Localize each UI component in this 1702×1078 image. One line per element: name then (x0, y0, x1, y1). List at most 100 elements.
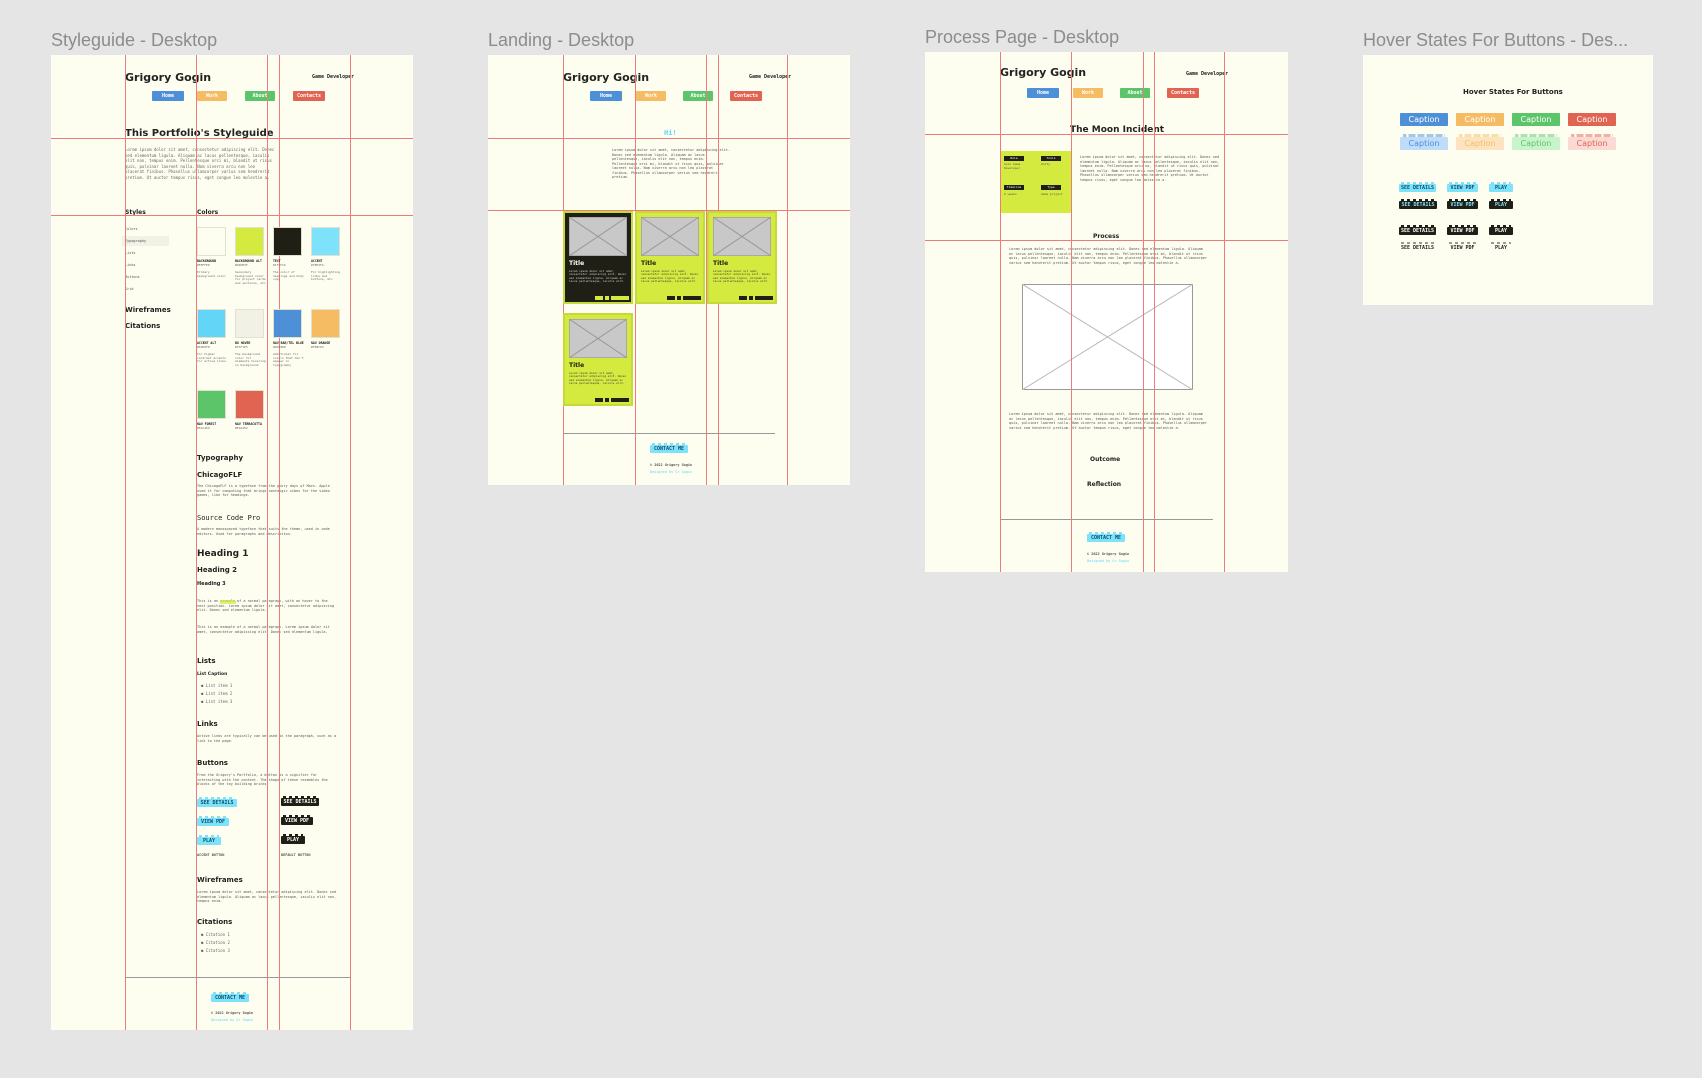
caption-red-hover[interactable]: Caption (1568, 134, 1616, 150)
card-mini-button[interactable] (595, 398, 603, 402)
swatch-hex: #E16452 (235, 426, 248, 430)
accent-see-details-button[interactable]: SEE DETAILS (197, 797, 237, 807)
swatch-desc: Additional for colors that don't appear … (273, 352, 304, 367)
card-mini-button[interactable] (611, 296, 629, 300)
landing-footer-link[interactable]: Designed by Gr Gogin (650, 470, 692, 475)
card-mini-button[interactable] (667, 296, 675, 300)
landing-board[interactable]: Grigory Gogin Game Developer Home Work A… (488, 55, 850, 485)
accent-view-pdf-button[interactable]: VIEW PDF (197, 816, 229, 826)
nav-about-button[interactable]: About (245, 88, 275, 101)
nav-contacts-button[interactable]: Contacts (293, 88, 325, 101)
styleguide-board[interactable]: Grigory Gogin Game Developer Home Work A… (51, 55, 413, 1030)
footer-link[interactable]: Designed by Gr Gogin (211, 1018, 253, 1023)
swatch-hex: #5CC469 (197, 426, 210, 430)
swatch-desc: The background color for elements hoveri… (235, 352, 266, 367)
hover-default-see-details-active[interactable]: SEE DETAILS (1399, 242, 1436, 252)
hover-default-view-pdf-active[interactable]: VIEW PDF (1447, 242, 1478, 252)
landing-nav-contacts[interactable]: Contacts (730, 88, 762, 101)
nav-work-button[interactable]: Work (197, 88, 227, 101)
card-text: Lorem ipsum dolor sit amet, consectetur … (713, 269, 771, 284)
landing-nav-home[interactable]: Home (590, 88, 622, 101)
sidebar-item-grid[interactable]: Grid (125, 287, 133, 292)
default-see-details-button[interactable]: SEE DETAILS (281, 796, 319, 806)
caption-green-hover[interactable]: Caption (1512, 134, 1560, 150)
sidebar-wireframes[interactable]: Wireframes (125, 306, 171, 314)
landing-contact-button[interactable]: CONTACT ME (650, 443, 688, 453)
process-nav-about[interactable]: About (1120, 85, 1150, 98)
frame-title-landing[interactable]: Landing - Desktop (488, 30, 634, 51)
project-card[interactable]: Title Lorem ipsum dolor sit amet, consect… (563, 211, 633, 304)
card-mini-button[interactable] (739, 296, 747, 300)
links-heading: Links (197, 720, 218, 728)
process-nav-home[interactable]: Home (1027, 85, 1059, 98)
caption-red-button[interactable]: Caption (1568, 110, 1616, 126)
process-nav-work[interactable]: Work (1073, 85, 1103, 98)
card-mini-button[interactable] (755, 296, 773, 300)
process-nav-contacts[interactable]: Contacts (1167, 85, 1199, 98)
hover-accent-play[interactable]: PLAY (1489, 182, 1513, 192)
sidebar-item-links[interactable]: Links (125, 263, 136, 268)
nav-home-button[interactable]: Home (152, 88, 184, 101)
project-card[interactable]: Title Lorem ipsum dolor sit amet, consect… (563, 313, 633, 406)
accent-play-button[interactable]: PLAY (197, 835, 221, 845)
frame-title-styleguide[interactable]: Styleguide - Desktop (51, 30, 217, 51)
hover-accent-see-details[interactable]: SEE DETAILS (1399, 182, 1436, 192)
project-card[interactable]: Title Lorem ipsum dolor sit amet, consect… (635, 211, 705, 304)
caption-green-button[interactable]: Caption (1512, 110, 1560, 126)
caption-blue-hover[interactable]: Caption (1400, 134, 1448, 150)
paragraph-sample-2: This is an example of a normal paragraph… (197, 625, 330, 634)
citation-item-3: ● Citation 3 (201, 948, 230, 953)
process-text: Lorem ipsum dolor sit amet, consectetur … (1009, 247, 1208, 265)
swatch-hex: #F1F1E5 (235, 345, 248, 349)
landing-nav-about[interactable]: About (683, 88, 713, 101)
landing-nav-work[interactable]: Work (636, 88, 666, 101)
card-mini-button[interactable] (611, 398, 629, 402)
hover-default-play[interactable]: PLAY (1489, 225, 1513, 235)
default-button-label: DEFAULT BUTTON (281, 853, 311, 857)
brand-name: Grigory Gogin (125, 71, 212, 84)
process-contact-button[interactable]: CONTACT ME (1087, 532, 1125, 542)
default-view-pdf-button[interactable]: VIEW PDF (281, 815, 313, 825)
card-text: Lorem ipsum dolor sit amet, consectetur … (569, 371, 627, 386)
card-mini-button[interactable] (749, 296, 753, 300)
contact-me-button[interactable]: CONTACT ME (211, 992, 249, 1002)
hover-accent-view-pdf-active[interactable]: VIEW PDF (1447, 199, 1478, 209)
frame-title-process[interactable]: Process Page - Desktop (925, 27, 1119, 48)
default-play-button[interactable]: PLAY (281, 834, 305, 844)
swatch-hex: #D4EB3F (235, 263, 248, 267)
hover-default-play-active[interactable]: PLAY (1489, 242, 1513, 252)
card-title: Title (713, 260, 729, 267)
sidebar-citations[interactable]: Citations (125, 322, 160, 330)
hover-accent-view-pdf[interactable]: VIEW PDF (1447, 182, 1478, 192)
hover-default-view-pdf[interactable]: VIEW PDF (1447, 225, 1478, 235)
hover-default-see-details[interactable]: SEE DETAILS (1399, 225, 1436, 235)
sidebar-item-colors[interactable]: Colors (125, 227, 138, 232)
citation-item-1: ● Citation 1 (201, 932, 230, 937)
process-board[interactable]: Grigory Gogin Game Developer Home Work A… (925, 52, 1288, 572)
color-swatch (311, 309, 340, 338)
color-swatch (235, 390, 264, 419)
hover-board[interactable]: Hover States For Buttons Caption Caption… (1363, 55, 1653, 305)
caption-orange-button[interactable]: Caption (1456, 110, 1504, 126)
card-mini-button[interactable] (605, 398, 609, 402)
sidebar-item-buttons[interactable]: Buttons (125, 275, 140, 280)
caption-orange-hover[interactable]: Caption (1456, 134, 1504, 150)
project-card[interactable]: Title Lorem ipsum dolor sit amet, consect… (707, 211, 777, 304)
process-after-text: Lorem ipsum dolor sit amet, consectetur … (1009, 412, 1208, 430)
sidebar-item-typography[interactable]: Typography (125, 239, 146, 244)
frame-title-hover[interactable]: Hover States For Buttons - Des... (1363, 30, 1628, 51)
hover-accent-play-active[interactable]: PLAY (1489, 199, 1513, 209)
font2-name: Source Code Pro (197, 514, 261, 522)
card-mini-button[interactable] (683, 296, 701, 300)
card-mini-button[interactable] (605, 296, 609, 300)
hover-accent-see-details-active[interactable]: SEE DETAILS (1399, 199, 1437, 209)
sidebar-item-lists[interactable]: Lists (125, 251, 136, 256)
card-mini-button[interactable] (677, 296, 681, 300)
swatch-desc: The color of headings and body copy (273, 270, 304, 282)
card-mini-button[interactable] (595, 296, 603, 300)
caption-blue-button[interactable]: Caption (1400, 110, 1448, 126)
card-image-placeholder (713, 217, 771, 256)
wireframes-heading: Wireframes (197, 876, 243, 884)
process-footer-link[interactable]: Designed by Gr Gogin (1087, 559, 1129, 564)
list-item-2: ● List item 2 (201, 691, 233, 696)
